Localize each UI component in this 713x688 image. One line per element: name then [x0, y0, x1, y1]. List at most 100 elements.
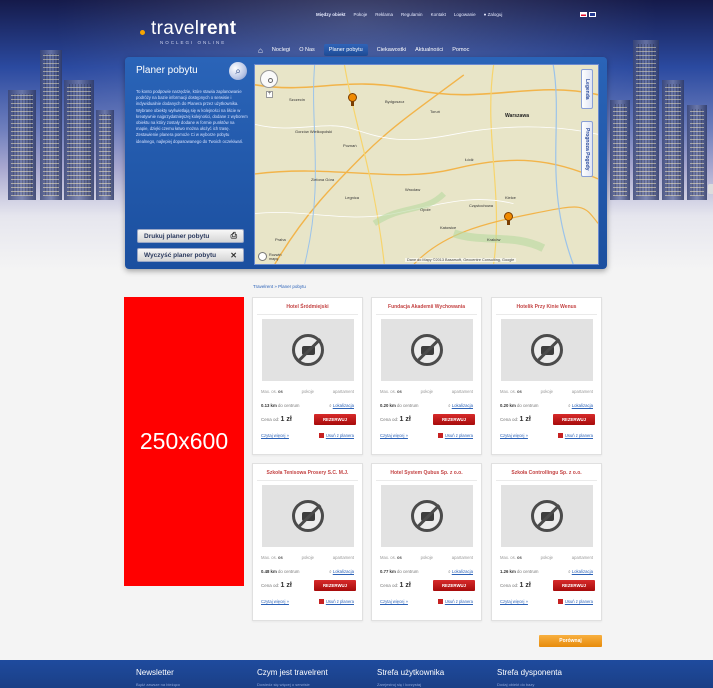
- price-value: 1 zł: [280, 582, 292, 589]
- planner-map[interactable]: + Szczecin Gorzów Wielkopolski Poznań Zi…: [254, 64, 599, 265]
- clear-planner-button[interactable]: Wyczyść planer pobytu ✕: [137, 248, 244, 262]
- listing-photo[interactable]: [380, 485, 473, 547]
- reserve-button[interactable]: REZERWUJ: [313, 414, 356, 425]
- price-prefix: Cena od:: [500, 417, 519, 422]
- listing-photo[interactable]: [380, 319, 473, 381]
- distance-value: 0.13 km: [261, 403, 277, 408]
- print-planner-label: Drukuj planer pobytu: [144, 232, 210, 240]
- listing-features: Max. os. os pokoje apartament: [261, 555, 354, 560]
- locate-link[interactable]: ⌕ Lokalizacja: [448, 403, 473, 408]
- remove-from-planner-link[interactable]: Usuń z planera: [318, 599, 354, 605]
- remove-from-planner-link[interactable]: Usuń z planera: [557, 433, 593, 439]
- read-more-link[interactable]: Czytaj więcej »: [500, 433, 528, 438]
- listing-title[interactable]: Hotel System Qubus Sp. z o.o.: [376, 470, 477, 481]
- read-more-link[interactable]: Czytaj więcej »: [380, 599, 408, 604]
- locate-link[interactable]: ⌕ Lokalizacja: [329, 403, 354, 408]
- listing-photo[interactable]: [500, 485, 593, 547]
- map-pin-icon[interactable]: [504, 212, 513, 225]
- read-more-link[interactable]: Czytaj więcej »: [261, 433, 289, 438]
- nav-item-ciekawostki[interactable]: Ciekawostki: [377, 47, 406, 53]
- flag-en-icon[interactable]: [589, 12, 596, 17]
- reserve-button[interactable]: REZERWUJ: [432, 414, 475, 425]
- map-label: Legnica: [345, 195, 360, 200]
- locate-link[interactable]: ⌕ Lokalizacja: [448, 569, 473, 574]
- listing-photo[interactable]: [261, 485, 354, 547]
- map-pin-icon[interactable]: [348, 93, 357, 106]
- reserve-button[interactable]: REZERWUJ: [552, 414, 595, 425]
- listing-photo[interactable]: [500, 319, 593, 381]
- remove-icon: [557, 433, 563, 439]
- home-icon[interactable]: ⌂: [258, 46, 263, 55]
- remove-from-planner-link[interactable]: Usuń z planera: [437, 433, 473, 439]
- listing-title[interactable]: Szkoła Controllingu Sp. z o.o.: [496, 470, 597, 481]
- price-value: 1 zł: [280, 416, 292, 423]
- listing-distance: 0.13 km do centrum ⌕ Lokalizacja: [261, 403, 354, 408]
- nav-item-pomoc[interactable]: Pomoc: [452, 47, 469, 53]
- map-label: Zielona Góra: [311, 177, 335, 182]
- listing-price-row: Cena od: 1 zł REZERWUJ: [261, 580, 356, 591]
- listing-title[interactable]: Szkoła Tenisowa Prosery S.C. M.J.: [257, 470, 358, 481]
- top-nav-item[interactable]: Kontakt: [431, 12, 446, 17]
- reserve-button[interactable]: REZERWUJ: [552, 580, 595, 591]
- map-label: Toruń: [430, 109, 441, 114]
- compare-button[interactable]: Porównaj: [539, 635, 602, 647]
- feature-apartment: apartament: [451, 389, 473, 394]
- no-photo-camera-icon: [530, 334, 563, 366]
- map-zoom-in-button[interactable]: +: [266, 91, 273, 98]
- remove-from-planner-link[interactable]: Usuń z planera: [557, 599, 593, 605]
- footer-newsletter-title[interactable]: Newsletter: [136, 668, 174, 677]
- listing-price-row: Cena od: 1 zł REZERWUJ: [380, 414, 475, 425]
- footer-user-zone-title[interactable]: Strefa użytkownika: [377, 668, 444, 677]
- logo-text-light: travel: [151, 18, 200, 39]
- top-nav-login[interactable]: ● Zaloguj: [484, 12, 503, 17]
- nav-item-aktualnosci[interactable]: Aktualności: [415, 47, 443, 53]
- weather-tab-label: Prognoza Pogody: [584, 127, 590, 171]
- remove-from-planner-link[interactable]: Usuń z planera: [318, 433, 354, 439]
- nav-item-noclegi[interactable]: Noclegi: [272, 47, 290, 53]
- map-label: Częstochowa: [469, 203, 494, 208]
- read-more-link[interactable]: Czytaj więcej »: [500, 599, 528, 604]
- reserve-button[interactable]: REZERWUJ: [313, 580, 356, 591]
- distance-suffix: do centrum: [516, 403, 539, 408]
- nav-item-planer-pobytu[interactable]: Planer pobytu: [323, 44, 368, 56]
- top-nav-item[interactable]: Reklama: [375, 12, 393, 17]
- listing-features: Max. os. os pokoje apartament: [261, 389, 354, 394]
- brand-logo[interactable]: travelrent NOCLEGI ONLINE: [140, 18, 236, 45]
- print-planner-button[interactable]: Drukuj planer pobytu ⎙: [137, 229, 244, 243]
- breadcrumb[interactable]: Travelrent » Planer pobytu: [253, 284, 306, 289]
- footer-about-title[interactable]: Czym jest travelrent: [257, 668, 328, 677]
- locate-link[interactable]: ⌕ Lokalizacja: [568, 569, 593, 574]
- locate-link[interactable]: ⌕ Lokalizacja: [329, 569, 354, 574]
- reserve-button[interactable]: REZERWUJ: [432, 580, 475, 591]
- map-label: Katowice: [440, 225, 457, 230]
- side-scroll-handle[interactable]: [708, 184, 713, 194]
- listing-features: Max. os. os pokoje apartament: [380, 555, 473, 560]
- read-more-link[interactable]: Czytaj więcej »: [261, 599, 289, 604]
- footer-owner-zone-title[interactable]: Strefa dysponenta: [497, 668, 562, 677]
- top-nav-item[interactable]: Pokoje: [354, 12, 368, 17]
- nav-item-o-nas[interactable]: O Nas: [299, 47, 315, 53]
- listing-title[interactable]: Hotel Śródmiejski: [257, 304, 358, 315]
- remove-label: Usuń z planera: [325, 599, 354, 604]
- listing-title[interactable]: Fundacja Akademii Wychowania: [376, 304, 477, 315]
- main-navigation: ⌂ Noclegi O Nas Planer pobytu Ciekawostk…: [258, 44, 469, 56]
- weather-tab[interactable]: Prognoza Pogody: [581, 121, 593, 177]
- top-nav-item[interactable]: Między obiekt: [316, 12, 346, 17]
- map-expand-toggle[interactable]: Rozwiń mapę: [258, 252, 291, 261]
- legend-tab[interactable]: Legenda: [581, 69, 593, 109]
- feature-apartment: apartament: [571, 555, 593, 560]
- top-nav-item[interactable]: Regulamin: [401, 12, 423, 17]
- locate-link[interactable]: ⌕ Lokalizacja: [568, 403, 593, 408]
- price-value: 1 zł: [399, 582, 411, 589]
- top-nav-item[interactable]: Logowanie: [454, 12, 476, 17]
- remove-from-planner-link[interactable]: Usuń z planera: [437, 599, 473, 605]
- logo-tagline: NOCLEGI ONLINE: [160, 40, 227, 45]
- listing-photo[interactable]: [261, 319, 354, 381]
- map-pan-control[interactable]: [260, 70, 278, 88]
- no-photo-camera-icon: [530, 500, 563, 532]
- magnifier-icon: ⌕: [229, 62, 247, 80]
- distance-suffix: do centrum: [277, 403, 300, 408]
- read-more-link[interactable]: Czytaj więcej »: [380, 433, 408, 438]
- flag-pl-icon[interactable]: [580, 12, 587, 17]
- listing-title[interactable]: Hotelik Przy Kinie Wenus: [496, 304, 597, 315]
